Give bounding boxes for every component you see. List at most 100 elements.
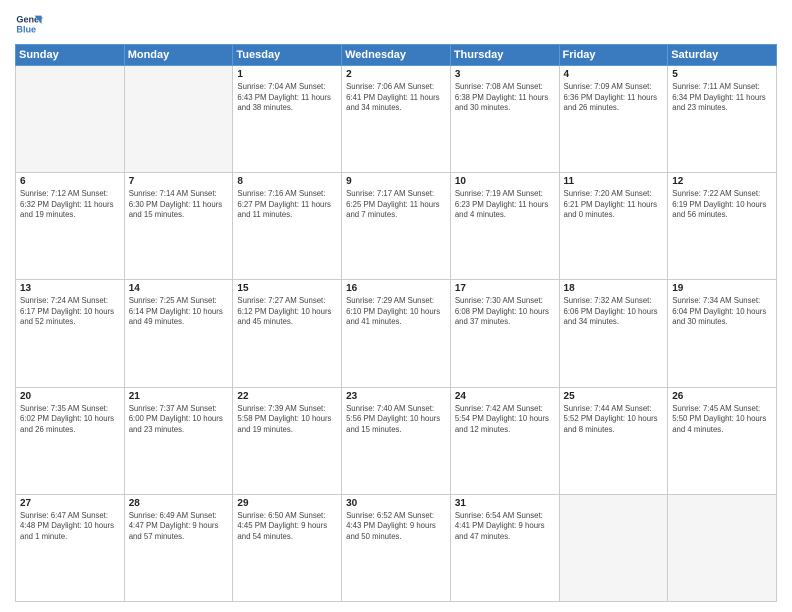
day-number: 28: [129, 498, 229, 509]
calendar-cell: 16 Sunrise: 7:29 AM Sunset: 6:10 PM Dayli…: [342, 280, 451, 387]
day-info: Sunrise: 7:04 AM Sunset: 6:43 PM Dayligh…: [237, 82, 337, 114]
logo-icon: General Blue: [15, 10, 43, 38]
day-number: 14: [129, 283, 229, 294]
svg-text:Blue: Blue: [16, 24, 36, 34]
day-info: Sunrise: 7:30 AM Sunset: 6:08 PM Dayligh…: [455, 296, 555, 328]
calendar-cell: 11Sunrise: 7:20 AM Sunset: 6:21 PM Dayli…: [559, 173, 668, 280]
day-info: Sunrise: 7:35 AM Sunset: 6:02 PM Dayligh…: [20, 404, 120, 436]
weekday-header-wednesday: Wednesday: [342, 45, 451, 66]
day-number: 18: [564, 283, 664, 294]
calendar-cell: 7 Sunrise: 7:14 AM Sunset: 6:30 PM Daylig…: [124, 173, 233, 280]
day-number: 20: [20, 391, 120, 402]
day-info: Sunrise: 7:29 AM Sunset: 6:10 PM Dayligh…: [346, 296, 446, 328]
day-number: 29: [237, 498, 337, 509]
day-info: Sunrise: 7:45 AM Sunset: 5:50 PM Dayligh…: [672, 404, 772, 436]
calendar-table: SundayMondayTuesdayWednesdayThursdayFrid…: [15, 44, 777, 602]
calendar-cell: [124, 66, 233, 173]
calendar-cell: 3 Sunrise: 7:08 AM Sunset: 6:38 PM Daylig…: [450, 66, 559, 173]
calendar-cell: 22 Sunrise: 7:39 AM Sunset: 5:58 PM Dayli…: [233, 387, 342, 494]
day-info: Sunrise: 7:39 AM Sunset: 5:58 PM Dayligh…: [237, 404, 337, 436]
day-number: 22: [237, 391, 337, 402]
calendar-cell: 15Sunrise: 7:27 AM Sunset: 6:12 PM Dayli…: [233, 280, 342, 387]
day-info: Sunrise: 7:08 AM Sunset: 6:38 PM Dayligh…: [455, 82, 555, 114]
calendar-cell: 13Sunrise: 7:24 AM Sunset: 6:17 PM Dayli…: [16, 280, 125, 387]
calendar-cell: 20 Sunrise: 7:35 AM Sunset: 6:02 PM Dayli…: [16, 387, 125, 494]
week-row-4: 20 Sunrise: 7:35 AM Sunset: 6:02 PM Dayli…: [16, 387, 777, 494]
calendar-cell: 19 Sunrise: 7:34 AM Sunset: 6:04 PM Dayli…: [668, 280, 777, 387]
day-number: 31: [455, 498, 555, 509]
day-info: Sunrise: 7:09 AM Sunset: 6:36 PM Dayligh…: [564, 82, 664, 114]
day-number: 11: [564, 176, 664, 187]
week-row-1: 1 Sunrise: 7:04 AM Sunset: 6:43 PM Daylig…: [16, 66, 777, 173]
day-info: Sunrise: 7:25 AM Sunset: 6:14 PM Dayligh…: [129, 296, 229, 328]
calendar-cell: 6Sunrise: 7:12 AM Sunset: 6:32 PM Daylig…: [16, 173, 125, 280]
calendar-cell: 30 Sunrise: 6:52 AM Sunset: 4:43 PM Dayli…: [342, 494, 451, 601]
day-number: 5: [672, 69, 772, 80]
day-info: Sunrise: 7:37 AM Sunset: 6:00 PM Dayligh…: [129, 404, 229, 436]
day-number: 24: [455, 391, 555, 402]
day-info: Sunrise: 6:52 AM Sunset: 4:43 PM Dayligh…: [346, 511, 446, 543]
weekday-header-monday: Monday: [124, 45, 233, 66]
calendar-cell: 9 Sunrise: 7:17 AM Sunset: 6:25 PM Daylig…: [342, 173, 451, 280]
weekday-header-sunday: Sunday: [16, 45, 125, 66]
calendar-cell: 29 Sunrise: 6:50 AM Sunset: 4:45 PM Dayli…: [233, 494, 342, 601]
day-info: Sunrise: 7:14 AM Sunset: 6:30 PM Dayligh…: [129, 189, 229, 221]
day-number: 7: [129, 176, 229, 187]
calendar-cell: 23Sunrise: 7:40 AM Sunset: 5:56 PM Dayli…: [342, 387, 451, 494]
day-number: 25: [564, 391, 664, 402]
day-number: 17: [455, 283, 555, 294]
day-info: Sunrise: 7:27 AM Sunset: 6:12 PM Dayligh…: [237, 296, 337, 328]
day-info: Sunrise: 7:22 AM Sunset: 6:19 PM Dayligh…: [672, 189, 772, 221]
day-number: 19: [672, 283, 772, 294]
day-info: Sunrise: 7:19 AM Sunset: 6:23 PM Dayligh…: [455, 189, 555, 221]
calendar-cell: 17 Sunrise: 7:30 AM Sunset: 6:08 PM Dayli…: [450, 280, 559, 387]
day-info: Sunrise: 7:17 AM Sunset: 6:25 PM Dayligh…: [346, 189, 446, 221]
day-info: Sunrise: 6:47 AM Sunset: 4:48 PM Dayligh…: [20, 511, 120, 543]
day-info: Sunrise: 7:11 AM Sunset: 6:34 PM Dayligh…: [672, 82, 772, 114]
day-number: 2: [346, 69, 446, 80]
week-row-5: 27 Sunrise: 6:47 AM Sunset: 4:48 PM Dayli…: [16, 494, 777, 601]
calendar-cell: 27 Sunrise: 6:47 AM Sunset: 4:48 PM Dayli…: [16, 494, 125, 601]
calendar-cell: 1 Sunrise: 7:04 AM Sunset: 6:43 PM Daylig…: [233, 66, 342, 173]
day-info: Sunrise: 7:12 AM Sunset: 6:32 PM Dayligh…: [20, 189, 120, 221]
calendar-cell: 2 Sunrise: 7:06 AM Sunset: 6:41 PM Daylig…: [342, 66, 451, 173]
day-number: 9: [346, 176, 446, 187]
calendar-cell: 18 Sunrise: 7:32 AM Sunset: 6:06 PM Dayli…: [559, 280, 668, 387]
day-info: Sunrise: 7:06 AM Sunset: 6:41 PM Dayligh…: [346, 82, 446, 114]
day-info: Sunrise: 6:49 AM Sunset: 4:47 PM Dayligh…: [129, 511, 229, 543]
weekday-header-tuesday: Tuesday: [233, 45, 342, 66]
day-info: Sunrise: 6:50 AM Sunset: 4:45 PM Dayligh…: [237, 511, 337, 543]
day-number: 16: [346, 283, 446, 294]
day-info: Sunrise: 6:54 AM Sunset: 4:41 PM Dayligh…: [455, 511, 555, 543]
day-number: 21: [129, 391, 229, 402]
week-row-2: 6Sunrise: 7:12 AM Sunset: 6:32 PM Daylig…: [16, 173, 777, 280]
calendar-cell: 14 Sunrise: 7:25 AM Sunset: 6:14 PM Dayli…: [124, 280, 233, 387]
weekday-header-friday: Friday: [559, 45, 668, 66]
day-number: 10: [455, 176, 555, 187]
calendar-cell: 21 Sunrise: 7:37 AM Sunset: 6:00 PM Dayli…: [124, 387, 233, 494]
day-number: 13: [20, 283, 120, 294]
calendar-cell: 28 Sunrise: 6:49 AM Sunset: 4:47 PM Dayli…: [124, 494, 233, 601]
weekday-header-thursday: Thursday: [450, 45, 559, 66]
calendar-cell: 12Sunrise: 7:22 AM Sunset: 6:19 PM Dayli…: [668, 173, 777, 280]
day-number: 8: [237, 176, 337, 187]
calendar-cell: 25 Sunrise: 7:44 AM Sunset: 5:52 PM Dayli…: [559, 387, 668, 494]
day-info: Sunrise: 7:32 AM Sunset: 6:06 PM Dayligh…: [564, 296, 664, 328]
day-number: 26: [672, 391, 772, 402]
day-info: Sunrise: 7:34 AM Sunset: 6:04 PM Dayligh…: [672, 296, 772, 328]
calendar-cell: 26 Sunrise: 7:45 AM Sunset: 5:50 PM Dayli…: [668, 387, 777, 494]
day-number: 1: [237, 69, 337, 80]
header: General Blue: [15, 10, 777, 38]
calendar-cell: [668, 494, 777, 601]
day-number: 27: [20, 498, 120, 509]
calendar-cell: 4Sunrise: 7:09 AM Sunset: 6:36 PM Daylig…: [559, 66, 668, 173]
day-number: 3: [455, 69, 555, 80]
calendar-cell: 31 Sunrise: 6:54 AM Sunset: 4:41 PM Dayli…: [450, 494, 559, 601]
day-info: Sunrise: 7:40 AM Sunset: 5:56 PM Dayligh…: [346, 404, 446, 436]
calendar-cell: 24Sunrise: 7:42 AM Sunset: 5:54 PM Dayli…: [450, 387, 559, 494]
calendar-cell: [559, 494, 668, 601]
day-number: 30: [346, 498, 446, 509]
day-info: Sunrise: 7:44 AM Sunset: 5:52 PM Dayligh…: [564, 404, 664, 436]
calendar-cell: 8Sunrise: 7:16 AM Sunset: 6:27 PM Daylig…: [233, 173, 342, 280]
calendar-cell: [16, 66, 125, 173]
